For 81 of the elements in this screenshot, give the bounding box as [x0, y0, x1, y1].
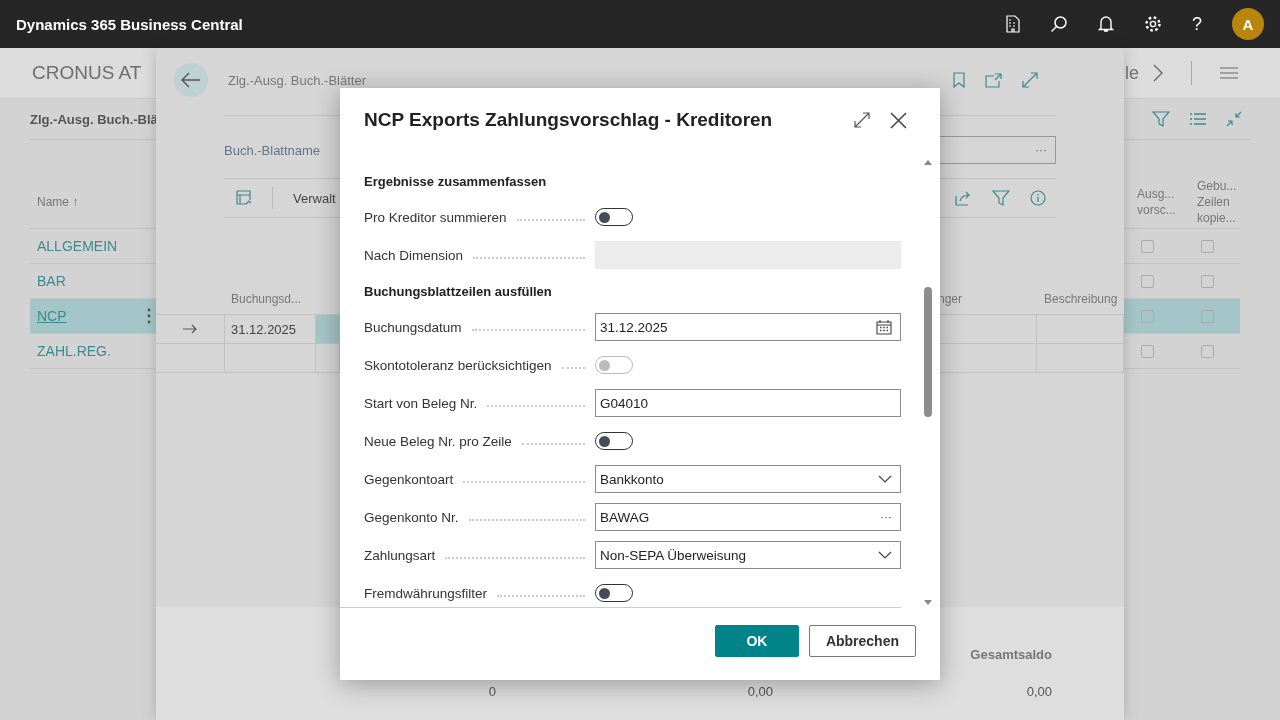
- toggle-switch[interactable]: [595, 584, 633, 602]
- search-icon[interactable]: [1050, 15, 1068, 33]
- back-button[interactable]: [174, 63, 208, 97]
- field-label: Start von Beleg Nr.: [364, 395, 478, 411]
- field-label: Nach Dimension: [364, 247, 464, 263]
- column-header[interactable]: Gebu... Zeilen kopie...: [1194, 178, 1240, 226]
- menu-icon[interactable]: [1220, 67, 1238, 79]
- company-name: CRONUS AT: [32, 62, 142, 84]
- field-label: Neue Beleg Nr. pro Zeile: [364, 433, 512, 449]
- bell-icon[interactable]: [1098, 15, 1114, 33]
- total-label: Gesamtsaldo: [970, 647, 1052, 662]
- checkbox[interactable]: [1141, 239, 1154, 253]
- ok-button[interactable]: OK: [714, 625, 799, 657]
- more-options-icon[interactable]: [147, 308, 151, 324]
- dropdown-field[interactable]: Non-SEPA Überweisung: [595, 541, 901, 569]
- scroll-down-icon[interactable]: [924, 600, 932, 605]
- document-icon[interactable]: [1006, 15, 1020, 33]
- user-avatar[interactable]: A: [1232, 8, 1264, 40]
- lookup-field[interactable]: BAWAG ···: [595, 503, 901, 531]
- dropdown-field[interactable]: Bankkonto: [595, 465, 901, 493]
- column-header[interactable]: Ausg... vorsc...: [1134, 186, 1194, 218]
- app-title: Dynamics 365 Business Central: [16, 15, 243, 33]
- column-header[interactable]: Beschreibung: [1038, 292, 1124, 306]
- selected-cell[interactable]: [316, 315, 340, 343]
- checkbox[interactable]: [1141, 344, 1154, 358]
- list-icon[interactable]: [1190, 113, 1206, 125]
- settings-icon[interactable]: [1144, 15, 1162, 33]
- total-value: 0,00: [746, 684, 773, 699]
- page-title: Zlg.-Ausg. Buch.-Blä: [30, 111, 158, 127]
- filter-icon[interactable]: [992, 190, 1010, 206]
- field-label: Buch.-Blattname: [224, 142, 321, 158]
- checkbox[interactable]: [1201, 239, 1214, 253]
- journal-name-link[interactable]: ZAHL.REG.: [30, 343, 147, 359]
- dialog-title: NCP Exports Zahlungsvorschlag - Kreditoren: [364, 109, 773, 131]
- checkbox[interactable]: [1141, 309, 1154, 323]
- share-icon[interactable]: [955, 190, 972, 206]
- toggle-switch[interactable]: [595, 208, 633, 226]
- column-header[interactable]: Name ↑: [30, 195, 147, 209]
- collapse-icon[interactable]: [1226, 111, 1242, 127]
- total-value: 0: [487, 684, 496, 699]
- field-label: Fremdwährungsfilter: [364, 585, 488, 601]
- help-button[interactable]: ?: [1192, 13, 1202, 35]
- cancel-button[interactable]: Abbrechen: [808, 625, 916, 657]
- checkbox[interactable]: [1201, 344, 1214, 358]
- section-heading: Ergebnisse zusammenfassen: [364, 173, 547, 189]
- checkbox[interactable]: [1141, 274, 1154, 288]
- scroll-up-icon[interactable]: [924, 160, 932, 165]
- field-label: Pro Kreditor summieren: [364, 209, 507, 225]
- field-label: Gegenkonto Nr.: [364, 509, 459, 525]
- breadcrumb: Zlg.-Ausg. Buch.-Blätter: [228, 72, 366, 88]
- journal-name-link[interactable]: BAR: [30, 273, 147, 289]
- journal-name-link[interactable]: ALLGEMEIN: [30, 238, 147, 254]
- scrollbar-thumb[interactable]: [924, 287, 932, 417]
- manage-menu[interactable]: Verwalt: [293, 190, 336, 206]
- checkbox[interactable]: [1201, 309, 1214, 323]
- expand-icon[interactable]: [854, 112, 870, 128]
- input-field[interactable]: G04010: [595, 389, 901, 417]
- section-heading: Buchungsblattzeilen ausfüllen: [364, 283, 552, 299]
- field-label: Skontotoleranz berücksichtigen: [364, 357, 552, 373]
- edit-list-icon[interactable]: [236, 190, 252, 206]
- filter-icon[interactable]: [1152, 111, 1170, 127]
- field-label: Buchungsdatum: [364, 319, 462, 335]
- back-arrow-icon[interactable]: [181, 72, 201, 88]
- arrow-right-icon: [183, 324, 197, 334]
- checkbox[interactable]: [1201, 274, 1214, 288]
- toggle-switch[interactable]: [595, 432, 633, 450]
- chevron-down-icon[interactable]: [878, 475, 892, 483]
- nav-link[interactable]: le: [1125, 62, 1139, 84]
- total-value: 0,00: [1025, 684, 1052, 699]
- close-icon[interactable]: [890, 111, 907, 129]
- journal-name-link[interactable]: NCP: [30, 308, 147, 324]
- open-new-window-icon[interactable]: [985, 72, 1002, 88]
- field-label: Gegenkontoart: [364, 471, 454, 487]
- field-label: Zahlungsart: [364, 547, 436, 563]
- column-header[interactable]: Buchungsd...: [225, 292, 315, 306]
- chevron-down-icon[interactable]: [878, 551, 892, 559]
- bookmark-icon[interactable]: [953, 72, 965, 88]
- date-field[interactable]: 31.12.2025: [595, 313, 901, 341]
- calendar-icon[interactable]: [876, 319, 892, 335]
- info-icon[interactable]: [1030, 190, 1046, 206]
- chevron-right-icon[interactable]: [1153, 64, 1163, 82]
